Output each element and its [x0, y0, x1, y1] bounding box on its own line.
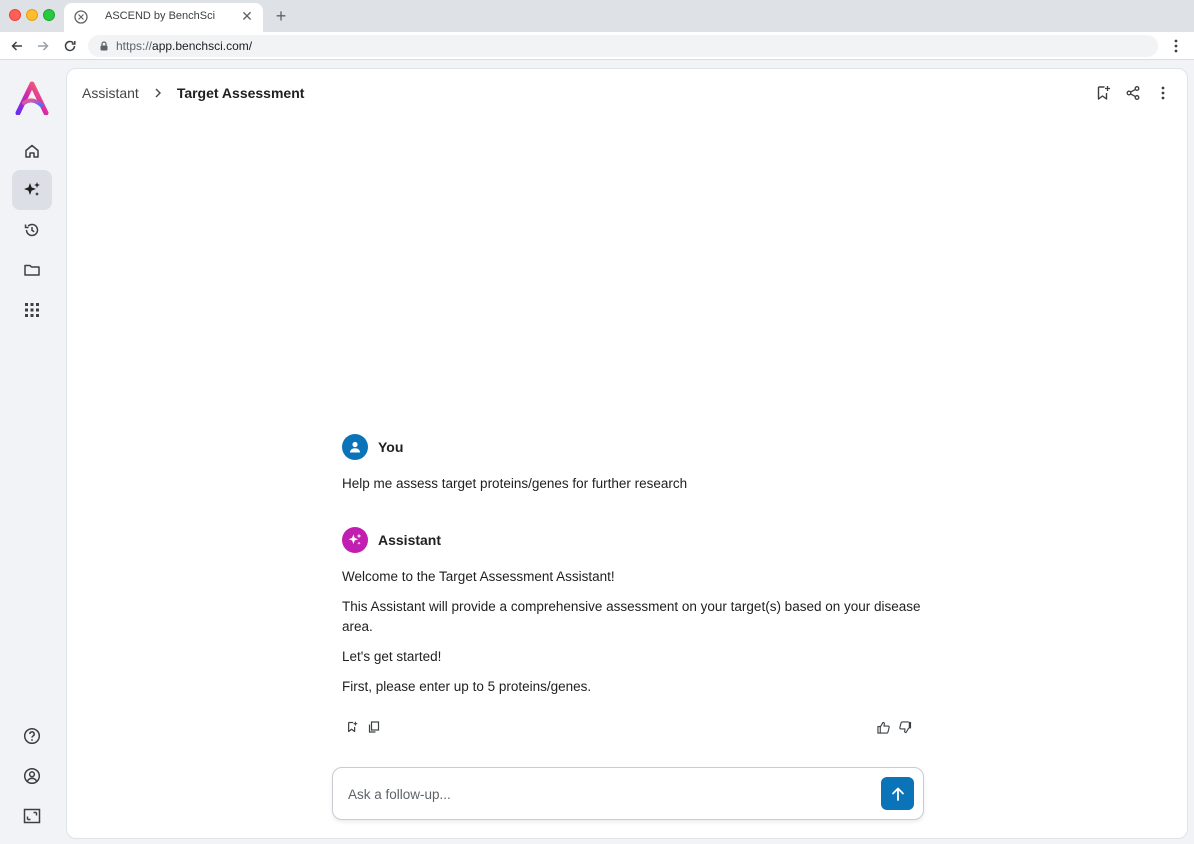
- header-actions: [1093, 83, 1173, 103]
- url-host: app.benchsci.com/: [152, 39, 253, 53]
- browser-menu-icon[interactable]: [1166, 36, 1186, 56]
- bookmark-add-icon[interactable]: [1093, 83, 1113, 103]
- folder-icon: [24, 264, 40, 276]
- forward-icon[interactable]: [33, 36, 53, 56]
- user-message-text: Help me assess target proteins/genes for…: [342, 476, 688, 491]
- tab-title: ASCEND by BenchSci: [105, 10, 216, 22]
- url-scheme: https://: [116, 39, 153, 53]
- site-favicon-icon: [74, 10, 88, 24]
- send-button[interactable]: [881, 777, 914, 810]
- lock-icon: [100, 41, 108, 51]
- window-zoom-button[interactable]: [43, 9, 55, 21]
- app-root: Assistant Target Assessment You Help me …: [0, 61, 1194, 844]
- chat-composer: [332, 767, 924, 820]
- copy-icon[interactable]: [367, 720, 381, 734]
- breadcrumb: Assistant Target Assessment: [82, 85, 304, 101]
- bookmark-add-icon[interactable]: [345, 720, 359, 734]
- sidebar-item-history[interactable]: [12, 210, 52, 250]
- message-actions: [345, 720, 381, 734]
- new-tab-icon[interactable]: +: [271, 6, 291, 26]
- reload-icon[interactable]: [60, 36, 80, 56]
- sidebar-item-account[interactable]: [12, 756, 52, 796]
- user-message-author: You: [342, 434, 403, 460]
- follow-up-input[interactable]: [348, 784, 868, 804]
- tab-close-icon[interactable]: ✕: [239, 8, 255, 24]
- grid-icon: [25, 303, 39, 317]
- share-icon[interactable]: [1123, 83, 1143, 103]
- sparkles-icon: [348, 533, 362, 545]
- assistant-paragraph: Let's get started!: [342, 649, 442, 664]
- page-title: Target Assessment: [176, 85, 305, 101]
- fullscreen-icon: [23, 808, 41, 824]
- sparkles-icon: [24, 182, 40, 196]
- window-close-button[interactable]: [9, 9, 21, 21]
- sidebar-item-help[interactable]: [12, 716, 52, 756]
- sidebar-item-assistant[interactable]: [12, 170, 52, 210]
- browser-tab[interactable]: ASCEND by BenchSci ✕: [64, 3, 263, 32]
- assistant-avatar: [342, 527, 368, 553]
- assistant-paragraph: This Assistant will provide a comprehens…: [342, 599, 921, 634]
- thumbs-down-icon[interactable]: [898, 720, 912, 734]
- sidebar: [0, 61, 64, 844]
- history-icon: [24, 223, 39, 237]
- url-text: https://app.benchsci.com/: [116, 39, 252, 53]
- user-avatar: [342, 434, 368, 460]
- assistant-name: Assistant: [378, 532, 442, 548]
- browser-toolbar: https://app.benchsci.com/: [0, 32, 1194, 60]
- sidebar-item-apps[interactable]: [12, 290, 52, 330]
- assistant-message-author: Assistant: [342, 527, 441, 553]
- window-minimize-button[interactable]: [26, 9, 38, 21]
- main-panel: Assistant Target Assessment You Help me …: [66, 68, 1188, 839]
- user-name: You: [378, 439, 404, 455]
- chevron-right-icon: [151, 86, 165, 100]
- address-bar[interactable]: https://app.benchsci.com/: [88, 35, 1158, 57]
- assistant-paragraph: Welcome to the Target Assessment Assista…: [342, 569, 615, 584]
- help-icon: [23, 727, 41, 745]
- account-icon: [23, 767, 41, 785]
- sidebar-item-home[interactable]: [12, 131, 52, 171]
- thumbs-up-icon[interactable]: [876, 720, 890, 734]
- feedback-actions: [876, 720, 912, 734]
- back-icon[interactable]: [7, 36, 27, 56]
- ascend-logo-icon[interactable]: [14, 81, 50, 115]
- more-options-icon[interactable]: [1153, 83, 1173, 103]
- sidebar-item-folders[interactable]: [12, 250, 52, 290]
- assistant-paragraph: First, please enter up to 5 proteins/gen…: [342, 679, 592, 694]
- home-icon: [25, 144, 39, 158]
- person-icon: [350, 441, 360, 453]
- sidebar-item-fullscreen[interactable]: [12, 796, 52, 836]
- browser-tab-bar: ASCEND by BenchSci ✕ +: [0, 0, 1194, 32]
- arrow-up-icon: [891, 787, 904, 801]
- breadcrumb-root-link[interactable]: Assistant: [82, 85, 139, 101]
